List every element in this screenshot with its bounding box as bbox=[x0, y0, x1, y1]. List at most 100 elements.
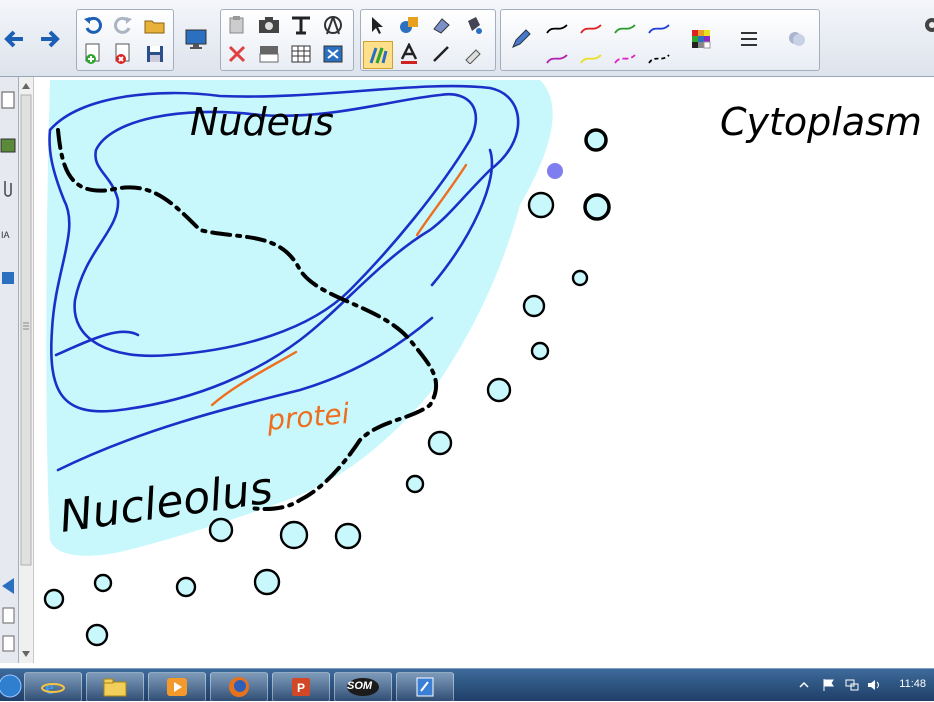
undo-icon bbox=[84, 16, 102, 34]
taskbar-clock[interactable]: 11:48 bbox=[899, 678, 926, 690]
taskbar-powerpoint[interactable]: P bbox=[272, 672, 330, 702]
settings-button[interactable] bbox=[918, 12, 934, 38]
ribosome bbox=[584, 128, 608, 152]
magic-pen-tool[interactable] bbox=[459, 41, 487, 67]
table-button[interactable] bbox=[287, 41, 315, 67]
delete-page-button[interactable] bbox=[109, 41, 137, 67]
ie-icon: e bbox=[41, 677, 65, 698]
text-tool[interactable] bbox=[395, 41, 423, 67]
pen-magenta-swatch[interactable] bbox=[611, 46, 639, 72]
pen-stroke-icon bbox=[648, 24, 670, 34]
tray-volume[interactable] bbox=[866, 677, 882, 693]
screenshot-button[interactable] bbox=[255, 12, 283, 38]
magic-pen-icon bbox=[465, 49, 481, 64]
content-group bbox=[220, 9, 354, 71]
page-sorter-tab[interactable] bbox=[0, 89, 16, 111]
line-style-button[interactable] bbox=[735, 26, 763, 52]
windows-logo-icon bbox=[0, 674, 22, 698]
gallery-tab[interactable] bbox=[0, 135, 16, 157]
pen-icon bbox=[512, 29, 531, 48]
vertical-scrollbar[interactable] bbox=[19, 77, 34, 663]
fullscreen-icon bbox=[323, 45, 343, 63]
save-button[interactable] bbox=[141, 41, 169, 67]
whiteboard-canvas[interactable]: Nudeus Nucleolus protei Cytoplasm bbox=[34, 77, 934, 663]
forward-button[interactable] bbox=[36, 26, 64, 52]
undo-button[interactable] bbox=[79, 12, 107, 38]
pens-tool[interactable] bbox=[363, 41, 393, 69]
paste-button[interactable] bbox=[223, 12, 251, 38]
properties-icon: IA bbox=[1, 230, 10, 240]
som-label: SOM bbox=[347, 680, 373, 692]
pen-yellow-swatch[interactable] bbox=[577, 46, 605, 72]
open-button[interactable] bbox=[141, 12, 169, 38]
folder-icon bbox=[103, 678, 127, 697]
eraser-tool[interactable] bbox=[427, 12, 455, 38]
ribosome bbox=[253, 568, 281, 596]
display-button[interactable] bbox=[182, 26, 210, 52]
attachments-tab[interactable] bbox=[0, 177, 16, 199]
fill-tool[interactable] bbox=[459, 12, 487, 38]
ribosome bbox=[530, 341, 550, 361]
scrollbar-track bbox=[20, 83, 32, 657]
svg-text:e: e bbox=[45, 677, 54, 698]
page-back-tab[interactable] bbox=[0, 575, 16, 597]
ribosome bbox=[93, 573, 113, 593]
pen-blue-swatch[interactable] bbox=[645, 16, 673, 42]
chevron-up-icon bbox=[799, 681, 809, 688]
measure-button[interactable] bbox=[319, 12, 347, 38]
ribosome bbox=[527, 191, 555, 219]
taskbar-som[interactable]: SOM bbox=[334, 672, 392, 702]
add-page-icon bbox=[85, 43, 100, 64]
page-icon bbox=[2, 607, 15, 624]
pointer-icon bbox=[372, 17, 383, 34]
add-page-button[interactable] bbox=[79, 41, 107, 67]
flag-icon bbox=[823, 679, 834, 691]
taskbar-media-player[interactable] bbox=[148, 672, 206, 702]
pen-dashed-black-swatch[interactable] bbox=[645, 46, 673, 72]
tray-network[interactable] bbox=[844, 677, 860, 693]
pen-green-swatch[interactable] bbox=[611, 16, 639, 42]
text-tool-button[interactable] bbox=[287, 12, 315, 38]
shapes-tool[interactable] bbox=[395, 12, 423, 38]
addons-tab[interactable] bbox=[0, 267, 16, 289]
tray-overflow-button[interactable] bbox=[798, 677, 810, 693]
ribosome bbox=[279, 520, 309, 550]
tools-group bbox=[360, 9, 496, 71]
start-button[interactable] bbox=[0, 672, 24, 700]
transparency-button[interactable] bbox=[783, 26, 811, 52]
network-icon bbox=[845, 679, 859, 691]
screen-shade-button[interactable] bbox=[255, 41, 283, 67]
pen-red-swatch[interactable] bbox=[577, 16, 605, 42]
fullscreen-button[interactable] bbox=[319, 41, 347, 67]
page-item-1[interactable] bbox=[0, 605, 16, 627]
pen-purple-swatch[interactable] bbox=[543, 46, 571, 72]
ribosome bbox=[583, 193, 611, 221]
page-item-2[interactable] bbox=[0, 633, 16, 655]
tray-action-center[interactable] bbox=[820, 677, 836, 693]
line-tool[interactable] bbox=[427, 41, 455, 67]
select-tool[interactable] bbox=[363, 12, 391, 38]
taskbar-notebook[interactable] bbox=[396, 672, 454, 702]
speaker-icon bbox=[868, 680, 879, 690]
ribosome bbox=[522, 294, 546, 318]
highlight-dot bbox=[547, 163, 563, 179]
back-button[interactable] bbox=[0, 26, 28, 52]
redo-button[interactable] bbox=[109, 12, 137, 38]
table-icon bbox=[291, 45, 311, 63]
taskbar-firefox[interactable] bbox=[210, 672, 268, 702]
delete-button[interactable] bbox=[223, 41, 251, 67]
triangle-left-icon bbox=[2, 578, 14, 594]
pen-black-swatch[interactable] bbox=[543, 16, 571, 42]
properties-tab[interactable]: IA bbox=[0, 223, 16, 245]
media-play-icon bbox=[167, 678, 187, 696]
paperclip-icon bbox=[4, 181, 12, 197]
ribosome bbox=[85, 623, 109, 647]
save-icon bbox=[147, 46, 163, 62]
delete-page-icon bbox=[115, 43, 130, 64]
arrow-left-icon bbox=[4, 30, 23, 48]
color-palette-button[interactable] bbox=[687, 26, 715, 52]
ribosome bbox=[334, 522, 362, 550]
taskbar-explorer[interactable] bbox=[86, 672, 144, 702]
pen-button[interactable] bbox=[507, 26, 535, 52]
taskbar-ie[interactable]: e bbox=[24, 672, 82, 702]
